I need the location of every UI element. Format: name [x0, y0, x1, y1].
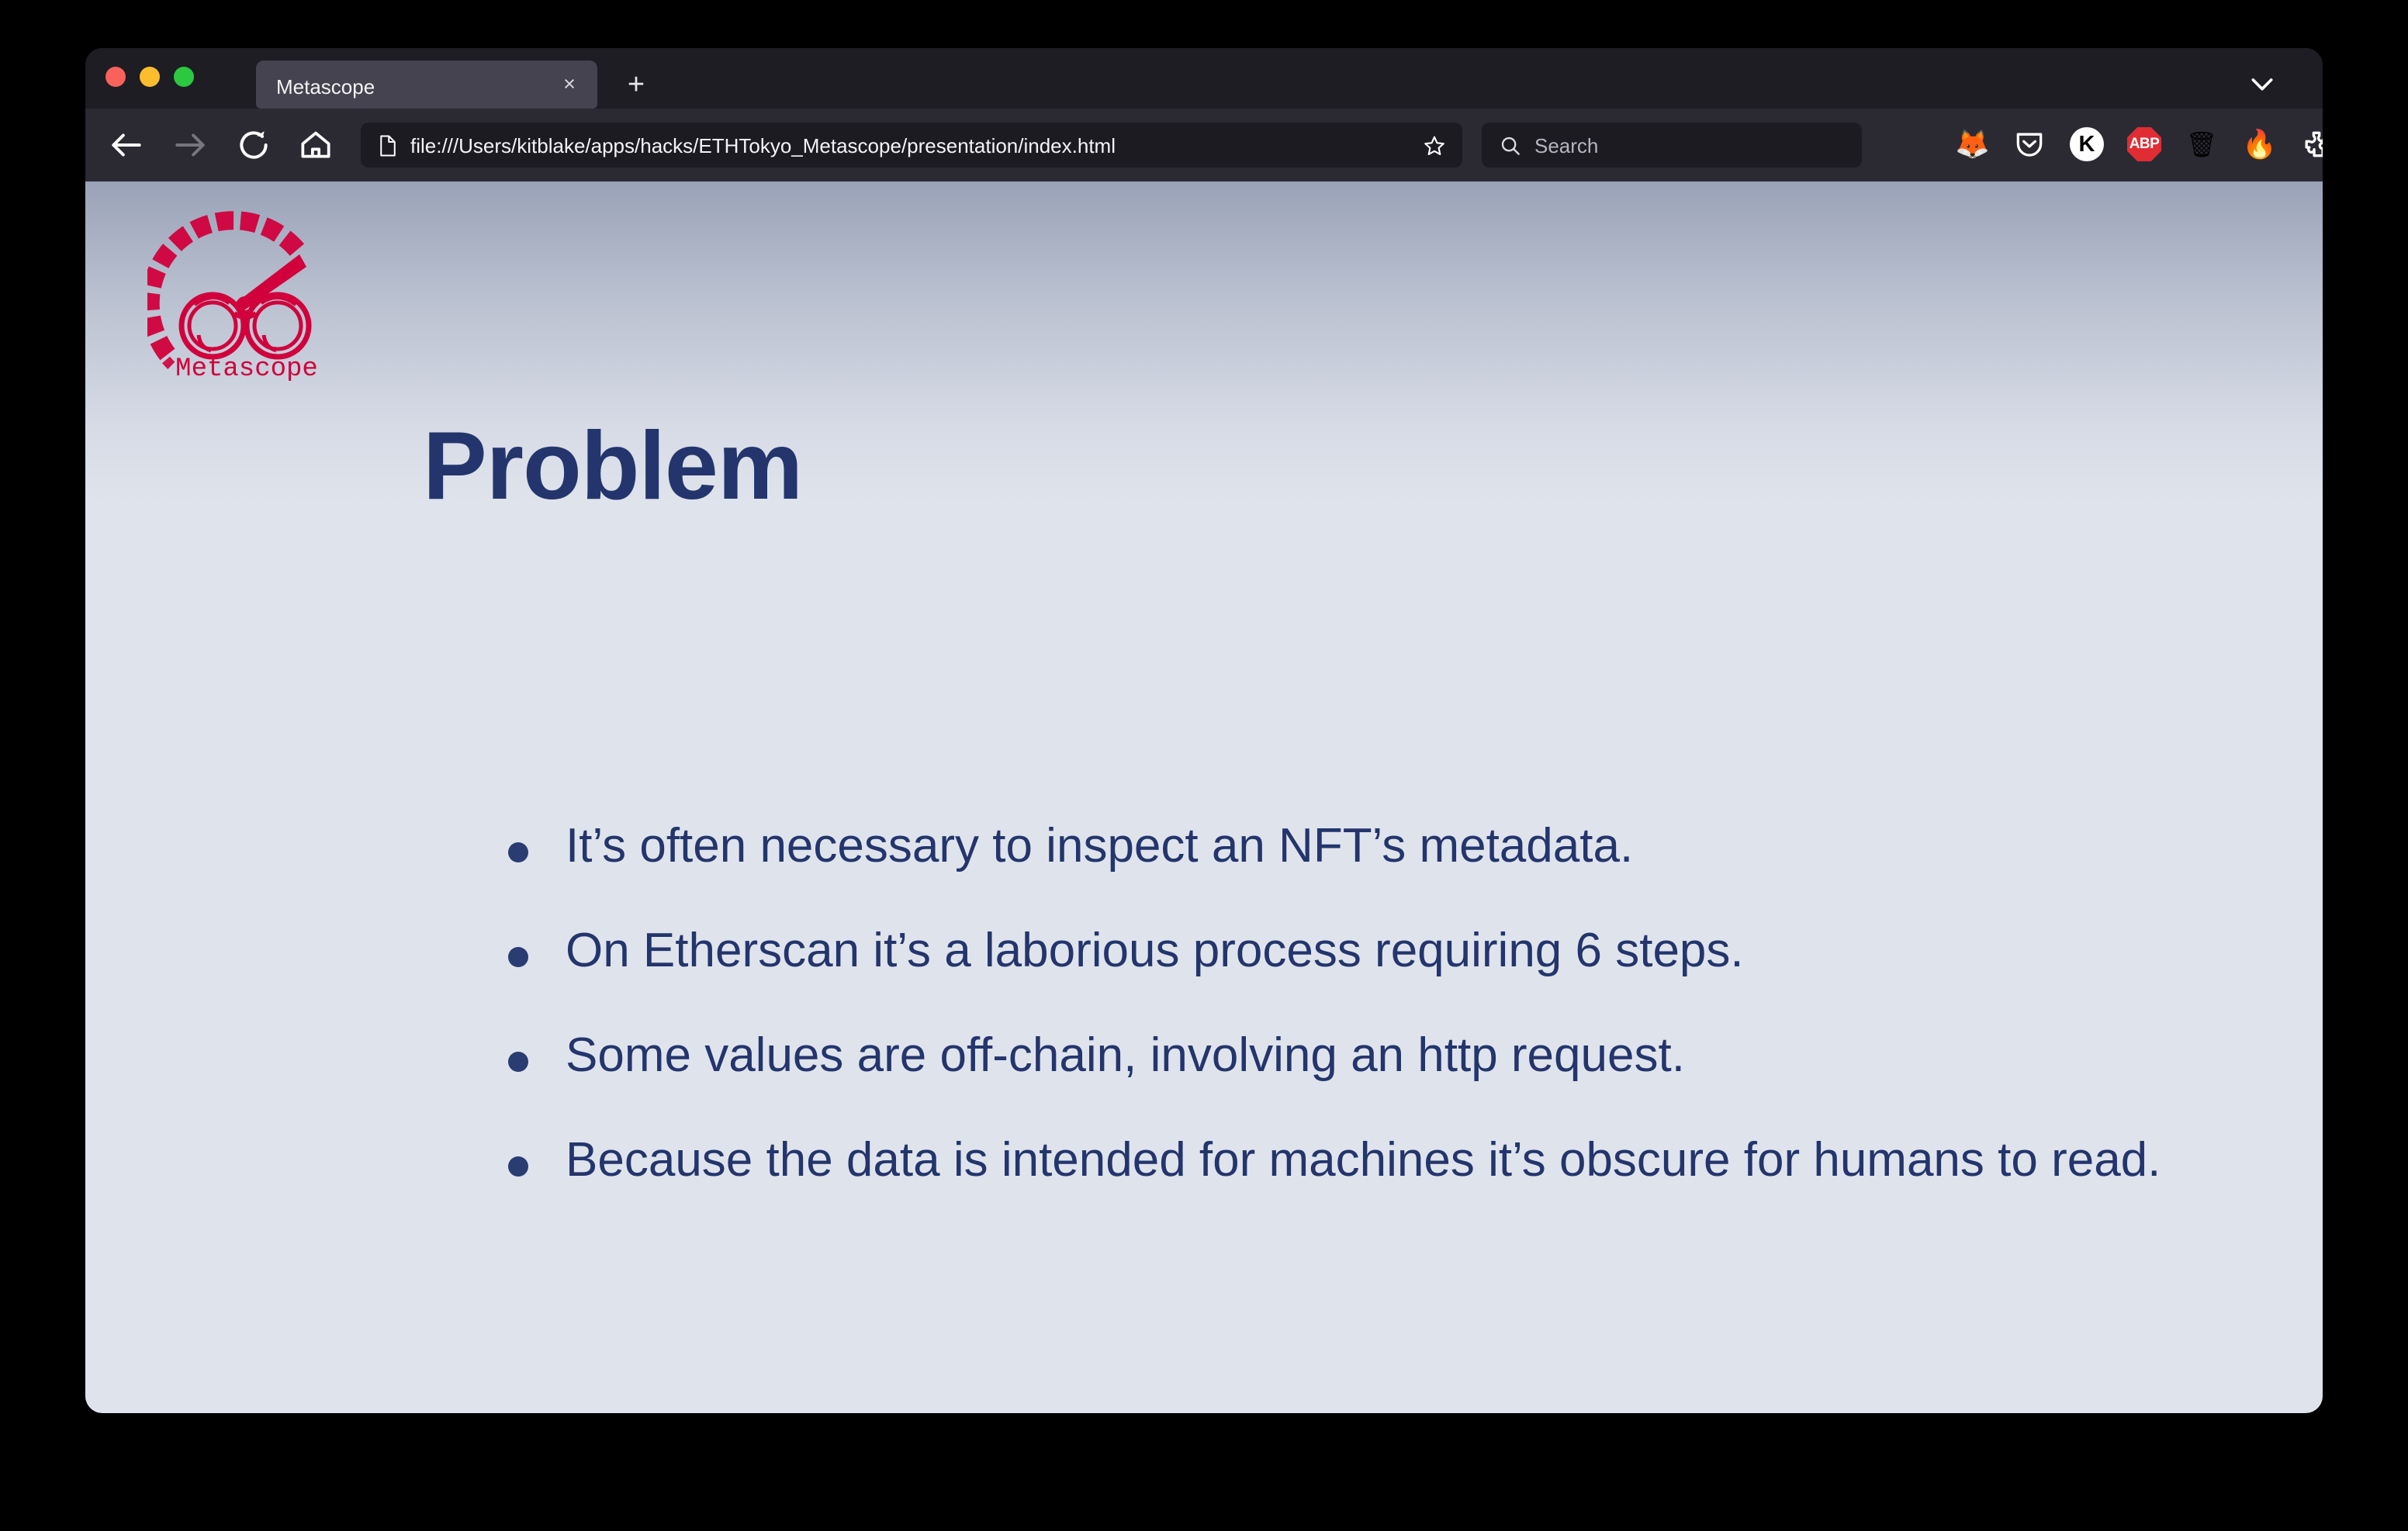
close-tab-icon[interactable]: × — [557, 71, 582, 96]
puzzle-piece-icon[interactable] — [2299, 127, 2323, 161]
logo-wordmark: Metascope — [175, 354, 318, 384]
window-controls — [106, 67, 194, 87]
bullet-item: On Etherscan it’s a laborious process re… — [508, 922, 2323, 979]
search-bar[interactable]: Search — [1482, 123, 1862, 168]
search-icon — [1499, 134, 1522, 157]
chevron-down-icon[interactable] — [2247, 68, 2278, 99]
bullet-text: Because the data is intended for machine… — [566, 1133, 2161, 1187]
metamask-extension-icon[interactable]: 🦊 — [1955, 127, 1990, 161]
keplr-extension-icon[interactable]: K — [2070, 127, 2104, 161]
trash-extension-icon[interactable]: 🗑 — [2185, 127, 2219, 161]
presentation-slide: Metascope Problem It’s often necessary t… — [85, 181, 2323, 1413]
search-placeholder: Search — [1534, 134, 1599, 157]
bullet-text: It’s often necessary to inspect an NFT’s… — [566, 819, 1634, 873]
bullet-item: It’s often necessary to inspect an NFT’s… — [508, 817, 2323, 874]
bullet-marker-icon — [508, 1052, 528, 1073]
bookmark-star-icon[interactable] — [1422, 133, 1447, 158]
navigation-toolbar: file:///Users/kitblake/apps/hacks/ETHTok… — [85, 109, 2323, 181]
new-tab-button[interactable]: + — [621, 70, 652, 101]
bullet-marker-icon — [508, 1156, 528, 1177]
slide-gradient-overlay — [85, 181, 2323, 507]
slide-bullet-list: It’s often necessary to inspect an NFT’s… — [508, 817, 2323, 1189]
bullet-item: Because the data is intended for machine… — [508, 1132, 2323, 1188]
page-document-icon — [378, 134, 398, 157]
close-window-button[interactable] — [106, 67, 126, 87]
tab-strip: Metascope × + — [85, 48, 2323, 109]
back-arrow-icon[interactable] — [107, 126, 146, 164]
metascope-logo: Metascope — [140, 195, 341, 389]
bullet-marker-icon — [508, 947, 528, 968]
forward-arrow-icon[interactable] — [171, 126, 209, 164]
bullet-marker-icon — [508, 842, 528, 862]
extensions-toolbar: 🦊 K ABP 🗑 🔥 — [1955, 127, 2323, 161]
bullet-text: On Etherscan it’s a laborious process re… — [566, 924, 1744, 978]
firefox-extension-icon[interactable]: 🔥 — [2242, 127, 2277, 161]
home-icon[interactable] — [296, 126, 335, 164]
address-bar[interactable]: file:///Users/kitblake/apps/hacks/ETHTok… — [361, 123, 1462, 168]
browser-window: Metascope × + file:///Users/kitblake/app… — [85, 48, 2323, 1413]
tab-title: Metascope — [276, 75, 375, 98]
maximize-window-button[interactable] — [174, 67, 194, 87]
bullet-text: Some values are off-chain, involving an … — [566, 1028, 1685, 1083]
adblock-plus-extension-icon[interactable]: ABP — [2127, 127, 2161, 161]
browser-tab[interactable]: Metascope × — [256, 60, 597, 109]
address-bar-value: file:///Users/kitblake/apps/hacks/ETHTok… — [410, 134, 1116, 157]
minimize-window-button[interactable] — [140, 67, 160, 87]
bullet-item: Some values are off-chain, involving an … — [508, 1027, 2323, 1083]
pocket-extension-icon[interactable] — [2012, 127, 2046, 161]
slide-title: Problem — [423, 413, 803, 520]
reload-icon[interactable] — [234, 126, 273, 164]
